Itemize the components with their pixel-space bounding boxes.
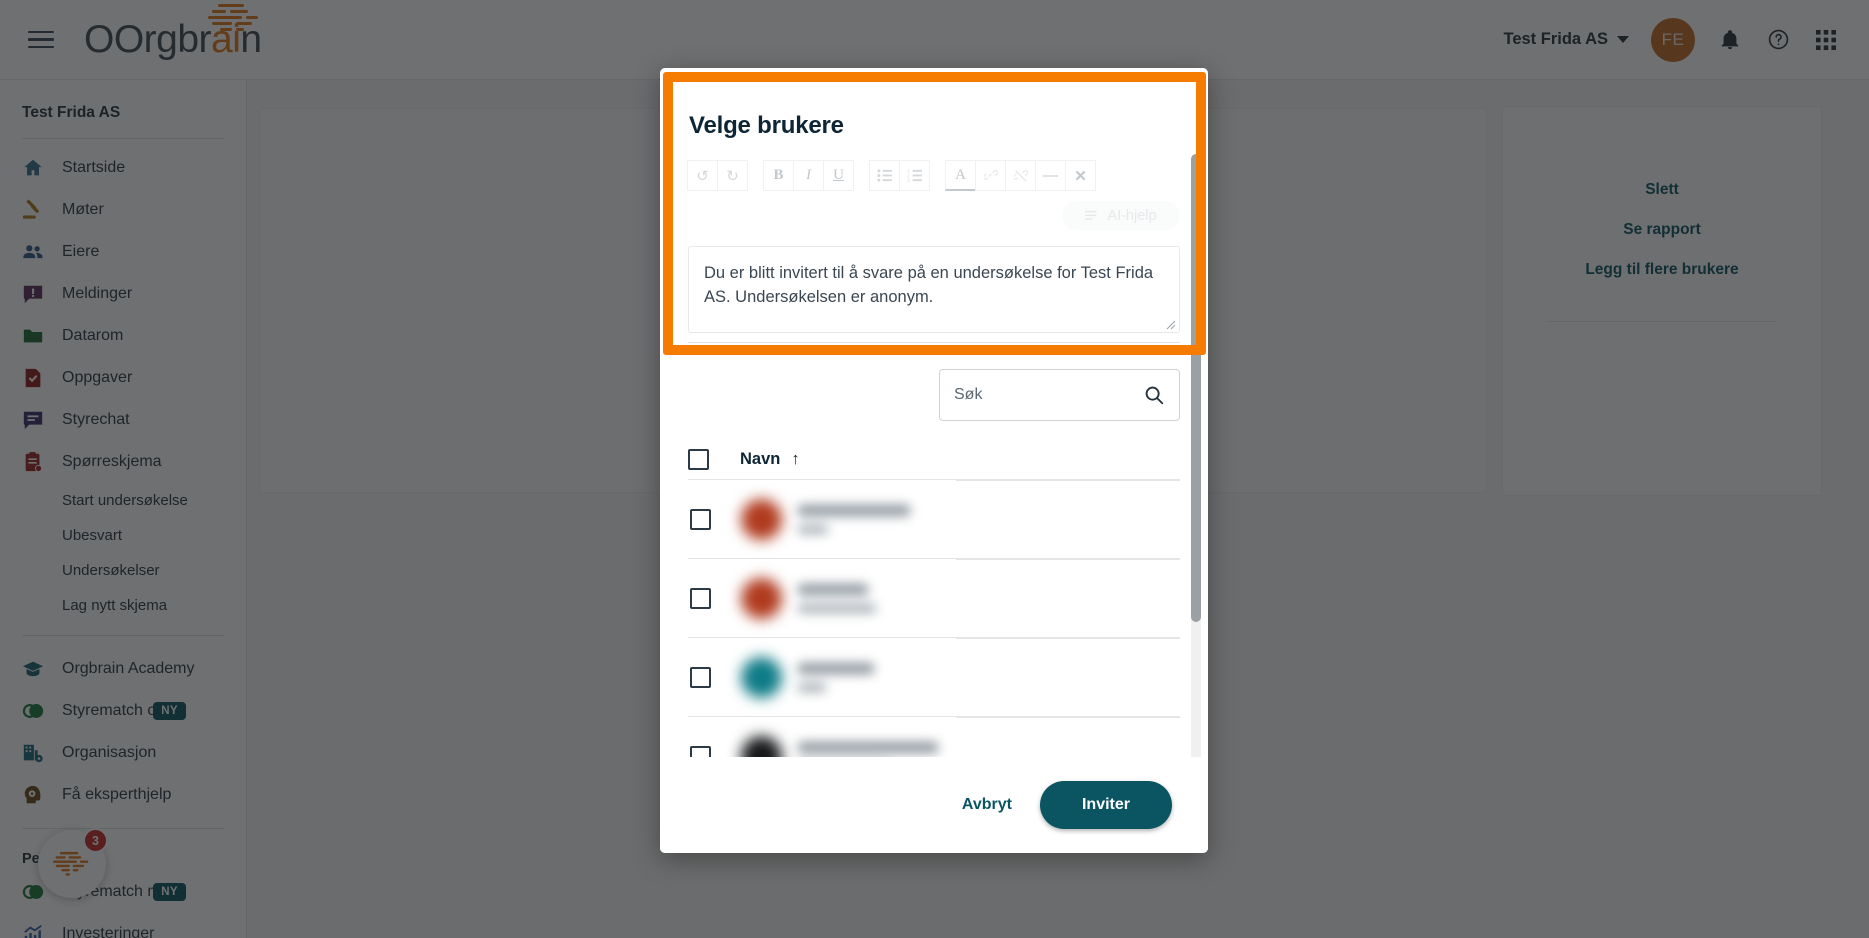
highlight-clip: Velge brukere ↺ ↻ B I U 123 A — ✕ AI-hje… (673, 82, 1196, 345)
divider (956, 480, 1180, 481)
numbered-list-icon[interactable]: 123 (899, 160, 930, 191)
redo-icon[interactable]: ↻ (717, 160, 748, 191)
sort-ascending-icon: ↑ (791, 449, 800, 468)
table-header: Navn ↑ (688, 439, 1180, 479)
user-name-redacted (798, 504, 910, 534)
italic-icon[interactable]: I (793, 160, 824, 191)
bold-icon[interactable]: B (763, 160, 794, 191)
dialog-footer: Avbryt Inviter (660, 757, 1208, 853)
table-row[interactable] (688, 479, 1180, 558)
toolbar-group-lists: 123 (869, 160, 930, 191)
ai-help-label: AI-hjelp (1107, 207, 1157, 224)
avatar (741, 656, 782, 698)
bullet-list-icon[interactable] (869, 160, 900, 191)
table-row[interactable] (688, 637, 1180, 716)
screen-root: OOrgbrain Test Frida AS (0, 0, 1869, 938)
row-checkbox[interactable] (690, 587, 711, 609)
search-input[interactable]: Søk (939, 369, 1180, 421)
users-table: Navn ↑ (688, 439, 1180, 809)
dialog-body: Velge brukere ↺ ↻ B I U 123 (673, 82, 1196, 345)
avatar (741, 498, 782, 540)
divider (956, 717, 1180, 718)
divider (956, 638, 1180, 639)
search-icon[interactable] (1143, 384, 1165, 406)
select-all-checkbox[interactable] (688, 448, 709, 470)
message-editor-text: Du er blitt invitert til å svare på en u… (704, 264, 1154, 306)
invite-button[interactable]: Inviter (1039, 781, 1172, 829)
toolbar-group-history: ↺ ↻ (687, 160, 748, 191)
unlink-icon[interactable] (1005, 160, 1036, 191)
column-header-label: Navn (740, 449, 781, 468)
avatar (741, 577, 782, 619)
text-color-icon[interactable]: A (945, 160, 976, 191)
cancel-button[interactable]: Avbryt (962, 796, 1012, 814)
scrollbar-thumb[interactable] (1191, 154, 1196, 345)
dialog-scrollbar[interactable] (1191, 154, 1196, 345)
row-checkbox[interactable] (690, 508, 711, 530)
horizontal-rule-icon[interactable]: — (1035, 160, 1066, 191)
rich-text-toolbar: ↺ ↻ B I U 123 A (687, 160, 1180, 191)
table-row[interactable] (688, 558, 1180, 637)
message-editor[interactable]: Du er blitt invitert til å svare på en u… (688, 246, 1180, 333)
divider (688, 342, 1180, 343)
toolbar-group-insert: A — ✕ (945, 160, 1096, 191)
divider (956, 559, 1180, 560)
link-icon[interactable] (975, 160, 1006, 191)
sparkle-icon (1085, 210, 1097, 220)
highlight-region-content: Velge brukere ↺ ↻ B I U 123 A — ✕ AI-hje… (673, 82, 1196, 345)
undo-icon[interactable]: ↺ (687, 160, 718, 191)
user-name-redacted (798, 662, 874, 692)
clear-format-icon[interactable]: ✕ (1065, 160, 1096, 191)
user-name-redacted (798, 583, 876, 613)
underline-icon[interactable]: U (823, 160, 854, 191)
svg-text:3: 3 (907, 178, 910, 182)
select-users-dialog: Velge brukere ↺ ↻ B I U 123 (673, 82, 1196, 345)
column-header-navn[interactable]: Navn ↑ (740, 450, 800, 469)
search-placeholder: Søk (954, 386, 983, 403)
ai-help-button[interactable]: AI-hjelp (1062, 201, 1180, 230)
page-title: Velge brukere (689, 112, 844, 139)
row-checkbox[interactable] (690, 666, 711, 688)
resize-grip-icon[interactable] (1166, 320, 1176, 330)
search-row: Søk (688, 369, 1180, 421)
toolbar-group-style: B I U (763, 160, 854, 191)
